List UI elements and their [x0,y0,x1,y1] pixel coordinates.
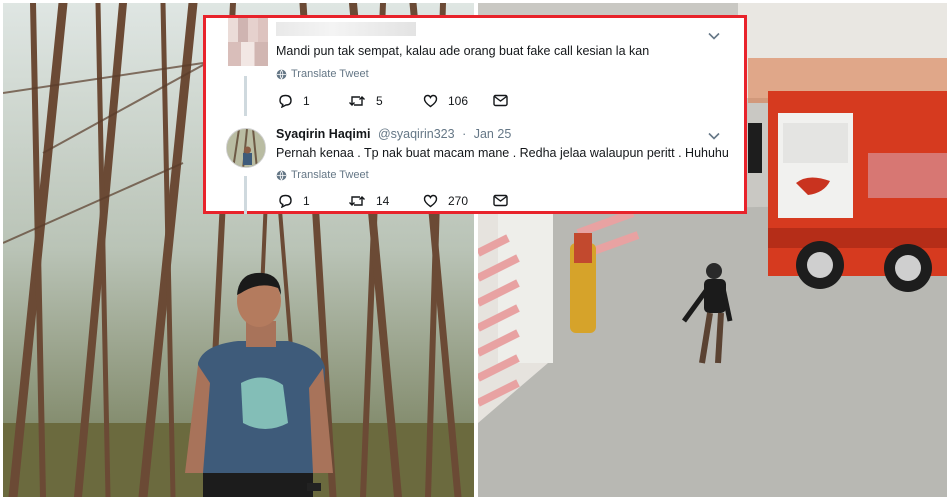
reply-icon [279,194,292,208]
like-button[interactable]: 270 [423,194,468,208]
author-name[interactable]: Syaqirin Haqimi [276,127,370,141]
message-icon [493,94,508,107]
avatar-photo [227,129,265,167]
retweet-count: 14 [376,194,390,208]
like-count: 270 [448,194,469,208]
reply-count: 1 [303,194,310,208]
tweet-thread-card: Mandi pun tak sempat, kalau ade orang bu… [203,15,747,214]
like-icon [423,94,438,108]
reply-button[interactable]: 1 [278,94,310,108]
reply-icon [279,94,292,108]
main-tweet-text: Pernah kenaa . Tp nak buat macam mane . … [276,146,729,160]
date-separator: · [462,127,467,141]
reply-tweet-text: Mandi pun tak sempat, kalau ade orang bu… [276,44,650,58]
retweet-count: 5 [376,94,383,108]
retweet-button[interactable]: 14 [348,194,389,208]
tweet-author-line: Syaqirin Haqimi @syaqirin323 · Jan 25 [276,127,511,141]
main-tweet-actions: 1 14 270 [278,194,518,210]
like-icon [423,194,438,208]
translate-label: Translate Tweet [291,169,369,181]
reply-count: 1 [303,94,310,108]
chevron-down-icon[interactable] [708,130,720,142]
direct-message-button[interactable] [493,194,508,207]
translate-label: Translate Tweet [291,68,369,80]
blurred-avatar [228,18,268,66]
blurred-username [276,22,416,36]
translate-tweet-link[interactable]: Translate Tweet [276,169,369,181]
direct-message-button[interactable] [493,94,508,107]
message-icon [493,194,508,207]
translate-tweet-link[interactable]: Translate Tweet [276,68,369,80]
retweet-icon [349,96,365,106]
thread-line [244,176,247,214]
retweet-icon [349,196,365,206]
globe-icon [276,170,287,181]
avatar[interactable] [226,128,266,168]
chevron-down-icon[interactable] [708,30,720,42]
globe-icon [276,69,287,80]
like-count: 106 [448,94,469,108]
author-handle[interactable]: @syaqirin323 [378,127,455,141]
reply-tweet-actions: 1 5 106 [278,94,518,110]
thread-line [244,76,247,116]
like-button[interactable]: 106 [423,94,468,108]
retweet-button[interactable]: 5 [348,94,383,108]
tweet-date[interactable]: Jan 25 [474,127,512,141]
fire-truck [768,91,947,292]
reply-button[interactable]: 1 [278,194,310,208]
